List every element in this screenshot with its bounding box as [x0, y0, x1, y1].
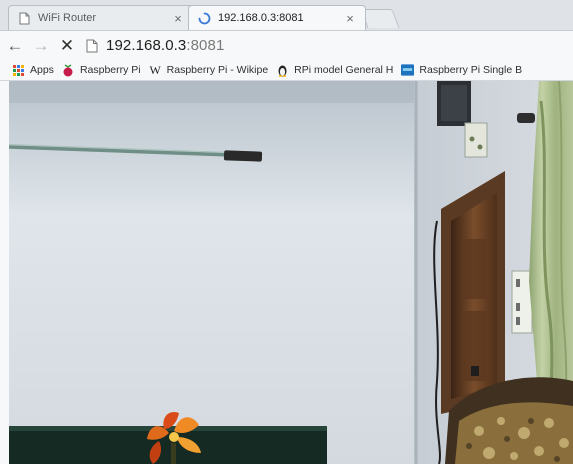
tab-wifi-router[interactable]: WiFi Router ×	[8, 5, 194, 30]
bookmark-label: RPi model General H	[294, 64, 394, 76]
bookmark-label: Raspberry Pi Single B	[419, 64, 523, 76]
linux-tux-icon	[276, 64, 289, 77]
wikipedia-icon: W	[149, 62, 161, 77]
url-text: 192.168.0.3:8081	[106, 37, 224, 54]
tab-title: WiFi Router	[38, 12, 97, 24]
apps-grid-icon	[12, 64, 25, 77]
page-icon	[17, 11, 31, 25]
browser-window: WiFi Router × 192.168.0.3:8081 × ← → ✕ 1…	[0, 0, 573, 464]
bookmark-label: Raspberry Pi	[79, 64, 141, 76]
bookmark-apps[interactable]: Apps	[12, 64, 54, 77]
bookmarks-bar: Apps Raspberry Pi W Raspberry Pi - Wikip…	[0, 60, 573, 81]
toolbar: ← → ✕ 192.168.0.3:8081	[0, 30, 573, 60]
page-icon	[86, 38, 100, 54]
tab-close-icon[interactable]: ×	[169, 11, 187, 26]
bookmark-raspberry-pi-single-board[interactable]: Raspberry Pi Single B	[401, 64, 522, 77]
new-tab-button[interactable]	[360, 9, 400, 28]
stop-loading-button[interactable]: ✕	[56, 35, 78, 57]
raspberry-icon	[62, 63, 75, 77]
url-port: :8081	[186, 37, 225, 54]
bookmark-label: Apps	[30, 64, 54, 76]
tab-close-icon[interactable]: ×	[341, 11, 359, 26]
back-button[interactable]: ←	[4, 35, 26, 57]
site-icon	[401, 64, 415, 77]
tab-title: 192.168.0.3:8081	[218, 12, 304, 24]
tab-strip: WiFi Router × 192.168.0.3:8081 ×	[0, 0, 573, 30]
bookmark-rpi-model-general[interactable]: RPi model General H	[276, 64, 393, 77]
bookmark-label: Raspberry Pi - Wikipe	[166, 64, 269, 76]
address-bar[interactable]: 192.168.0.3:8081	[84, 34, 573, 58]
bookmark-raspberry-pi[interactable]: Raspberry Pi	[62, 63, 141, 77]
url-host: 192.168.0.3	[106, 37, 187, 54]
camera-stream-image	[9, 81, 573, 464]
tab-camera-stream[interactable]: 192.168.0.3:8081 ×	[188, 5, 366, 30]
page-margin	[0, 81, 9, 464]
loading-spinner-icon	[197, 11, 211, 25]
forward-button[interactable]: →	[30, 35, 52, 57]
bookmark-raspberry-pi-wikipedia[interactable]: W Raspberry Pi - Wikipe	[149, 62, 269, 77]
